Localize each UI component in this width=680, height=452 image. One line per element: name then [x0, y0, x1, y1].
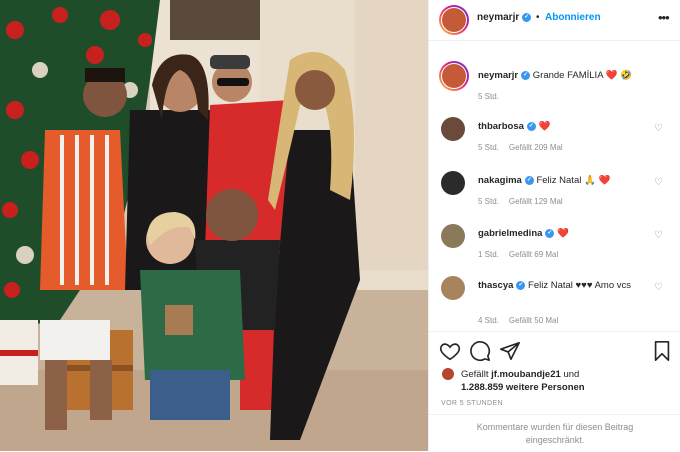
caption-avatar [442, 64, 466, 88]
caption-body: Grande FAMÍLIA ❤️ 🤣 [532, 70, 632, 81]
author-username[interactable]: neymarjr ✓ [477, 12, 532, 23]
comment-avatar[interactable] [441, 224, 465, 248]
comment-like-heart-icon[interactable]: ♡ [654, 123, 663, 134]
follow-button[interactable]: Abonnieren [545, 12, 601, 23]
comment-likes[interactable]: Gefällt 209 Mal [509, 143, 563, 152]
comment-item: nakagima ✓ Feliz Natal 🙏 ❤️ 5 Std. Gefällt… [429, 171, 680, 215]
comment-username[interactable]: nakagima [478, 175, 522, 186]
comment-username[interactable]: thascya [478, 280, 513, 291]
comment-like-heart-icon[interactable]: ♡ [654, 282, 663, 293]
comments-list: neymarjr ✓ Grande FAMÍLIA ❤️ 🤣 5 Std. thb… [429, 41, 680, 331]
post-timestamp[interactable]: VOR 5 STUNDEN [441, 400, 503, 407]
caption-text: neymarjr ✓ Grande FAMÍLIA ❤️ 🤣 [478, 69, 648, 82]
verified-badge-icon: ✓ [545, 228, 555, 238]
share-icon[interactable] [499, 340, 521, 362]
post-sidebar: neymarjr ✓ • Abonnieren ••• neymarjr ✓ Gra… [428, 0, 680, 451]
comment-text: nakagima ✓ Feliz Natal 🙏 ❤️ [478, 174, 648, 187]
comment-item: thascya ✓ Feliz Natal ♥♥♥ Amo vcs 4 Std. G… [429, 276, 680, 328]
comment-avatar[interactable] [441, 171, 465, 195]
liked-count[interactable]: 1.288.859 [461, 382, 503, 393]
comment-text: thascya ✓ Feliz Natal ♥♥♥ Amo vcs [478, 279, 648, 292]
comment-meta: 1 Std. Gefällt 69 Mal [478, 250, 568, 259]
caption-meta: 5 Std. [478, 92, 509, 101]
comment-time[interactable]: 4 Std. [478, 316, 499, 325]
comment-meta: 4 Std. Gefällt 50 Mal [478, 316, 568, 325]
verified-badge-icon: ✓ [521, 70, 531, 80]
liked-by-user[interactable]: jf.moubandje21 [491, 369, 561, 380]
comment-body: ❤️ [538, 121, 551, 132]
comment-text: gabrielmedina ✓ ❤️ [478, 227, 648, 240]
caption-avatar-ring[interactable] [439, 61, 469, 91]
comment-text: thbarbosa ✓ ❤️ [478, 120, 648, 133]
comment-time[interactable]: 1 Std. [478, 250, 499, 259]
likes-summary: Gefällt jf.moubandje21 und 1.288.859 wei… [461, 368, 585, 394]
comment-like-heart-icon[interactable]: ♡ [654, 177, 663, 188]
verified-badge-icon: ✓ [522, 12, 532, 22]
author-avatar [442, 8, 466, 32]
author-username-text[interactable]: neymarjr [477, 12, 519, 23]
comment-item: gabrielmedina ✓ ❤️ 1 Std. Gefällt 69 Mal ♡ [429, 224, 680, 268]
comment-like-heart-icon[interactable]: ♡ [654, 230, 663, 241]
author-avatar-ring[interactable] [439, 5, 469, 35]
comment-body: Feliz Natal 🙏 ❤️ [536, 175, 611, 186]
comments-restricted-notice: Kommentare wurden für diesen Beitrag ein… [429, 414, 680, 452]
verified-badge-icon: ✓ [526, 121, 536, 131]
comment-likes[interactable]: Gefällt 50 Mal [509, 316, 558, 325]
heart-icon[interactable] [439, 340, 461, 362]
caption-username[interactable]: neymarjr [478, 70, 518, 81]
comment-avatar[interactable] [441, 117, 465, 141]
post-actions: Gefällt jf.moubandje21 und 1.288.859 wei… [429, 331, 680, 451]
liked-by-avatar[interactable] [442, 368, 454, 380]
comment-username[interactable]: thbarbosa [478, 121, 524, 132]
liked-count-suffix[interactable]: weitere Personen [506, 382, 585, 393]
comment-likes[interactable]: Gefällt 129 Mal [509, 197, 563, 206]
more-options-icon[interactable]: ••• [658, 10, 670, 25]
comment-username[interactable]: gabrielmedina [478, 228, 542, 239]
comment-icon[interactable] [469, 340, 491, 362]
verified-badge-icon: ✓ [516, 280, 526, 290]
header-separator: • [536, 12, 540, 23]
bookmark-icon[interactable] [651, 340, 673, 362]
liked-by-prefix: Gefällt [461, 369, 489, 380]
comment-likes[interactable]: Gefällt 69 Mal [509, 250, 558, 259]
caption-time[interactable]: 5 Std. [478, 92, 499, 101]
comment-item: thbarbosa ✓ ❤️ 5 Std. Gefällt 209 Mal ♡ [429, 117, 680, 161]
instagram-post: neymarjr ✓ • Abonnieren ••• neymarjr ✓ Gra… [0, 0, 680, 451]
comment-body: Feliz Natal ♥♥♥ Amo vcs [528, 280, 632, 291]
post-photo[interactable] [0, 0, 428, 451]
post-photo-illustration [0, 0, 428, 451]
post-caption: neymarjr ✓ Grande FAMÍLIA ❤️ 🤣 5 Std. [429, 61, 680, 111]
comment-time[interactable]: 5 Std. [478, 143, 499, 152]
verified-badge-icon: ✓ [524, 175, 534, 185]
comment-meta: 5 Std. Gefällt 209 Mal [478, 143, 573, 152]
liked-by-suffix: und [563, 369, 580, 380]
comment-time[interactable]: 5 Std. [478, 197, 499, 206]
restricted-text: Kommentare wurden für diesen Beitrag ein… [476, 422, 634, 445]
comment-body: ❤️ [557, 228, 569, 239]
post-header: neymarjr ✓ • Abonnieren ••• [429, 0, 680, 41]
comment-meta: 5 Std. Gefällt 129 Mal [478, 197, 573, 206]
comment-avatar[interactable] [441, 276, 465, 300]
